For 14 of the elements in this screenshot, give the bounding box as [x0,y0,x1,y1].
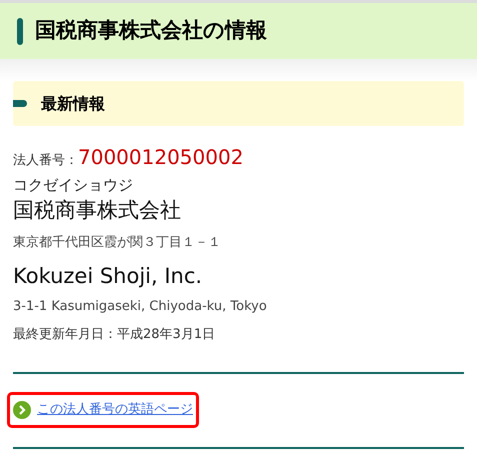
section-heading: 最新情報 [41,92,105,114]
corporate-number: 7000012050002 [78,144,244,170]
company-name: 国税商事株式会社 [13,196,182,224]
english-page-link[interactable]: この法人番号の英語ページ [7,392,199,428]
company-name-kana: コクゼイショウジ [13,174,134,194]
chevron-icon [13,401,31,419]
company-address-english: 3-1-1 Kasumigaseki, Chiyoda-ku, Tokyo [13,298,268,316]
corporate-number-label: 法人番号： [13,152,78,170]
title-marker [17,18,23,44]
page-title: 国税商事株式会社の情報 [35,17,267,44]
last-updated: 最終更新年月日：平成28年3月1日 [13,326,216,344]
company-name-english: Kokuzei Shoji, Inc. [13,262,204,290]
heading-marker [13,100,27,107]
company-address: 東京都千代田区霞が関３丁目１－１ [13,234,222,252]
